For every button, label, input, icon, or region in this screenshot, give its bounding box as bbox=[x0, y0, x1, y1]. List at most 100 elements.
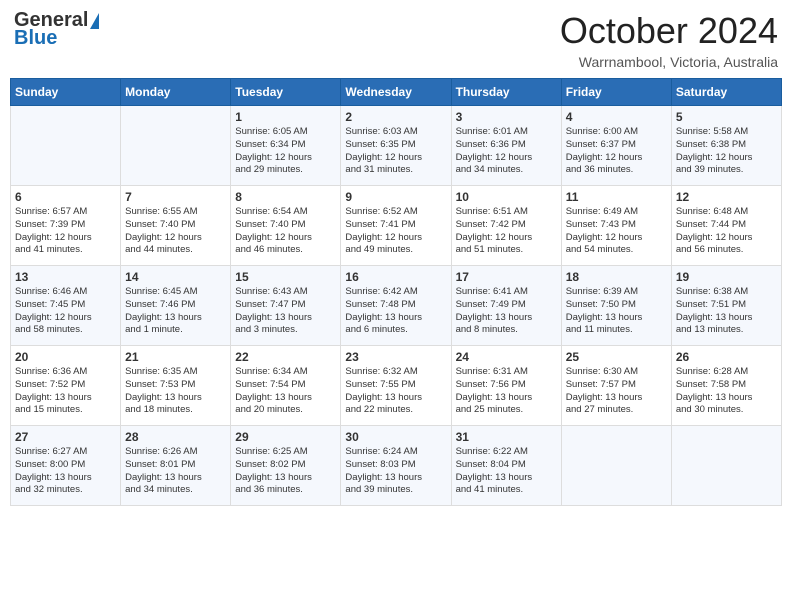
location-subtitle: Warrnambool, Victoria, Australia bbox=[560, 54, 778, 70]
day-info: Sunrise: 6:03 AM Sunset: 6:35 PM Dayligh… bbox=[345, 126, 446, 177]
day-header-monday: Monday bbox=[121, 79, 231, 106]
logo-blue-label: Blue bbox=[14, 28, 99, 48]
day-info: Sunrise: 6:41 AM Sunset: 7:49 PM Dayligh… bbox=[456, 286, 557, 337]
calendar-cell: 2 Sunrise: 6:03 AM Sunset: 6:35 PM Daylig… bbox=[341, 106, 451, 186]
calendar-header: SundayMondayTuesdayWednesdayThursdayFrid… bbox=[11, 79, 782, 106]
day-number: 16 bbox=[345, 270, 446, 284]
logo: General Blue bbox=[14, 10, 99, 48]
calendar-cell: 29Sunrise: 6:25 AM Sunset: 8:02 PM Dayli… bbox=[231, 426, 341, 506]
day-header-wednesday: Wednesday bbox=[341, 79, 451, 106]
calendar-cell: 5 Sunrise: 5:58 AM Sunset: 6:38 PM Daylig… bbox=[671, 106, 781, 186]
calendar-cell: 6Sunrise: 6:57 AM Sunset: 7:39 PM Daylig… bbox=[11, 186, 121, 266]
day-number: 28 bbox=[125, 430, 226, 444]
day-info: Sunrise: 6:55 AM Sunset: 7:40 PM Dayligh… bbox=[125, 206, 226, 257]
day-info: Sunrise: 6:51 AM Sunset: 7:42 PM Dayligh… bbox=[456, 206, 557, 257]
day-info: Sunrise: 6:38 AM Sunset: 7:51 PM Dayligh… bbox=[676, 286, 777, 337]
day-number: 10 bbox=[456, 190, 557, 204]
week-row-1: 1 Sunrise: 6:05 AM Sunset: 6:34 PM Daylig… bbox=[11, 106, 782, 186]
week-row-3: 13Sunrise: 6:46 AM Sunset: 7:45 PM Dayli… bbox=[11, 266, 782, 346]
day-number: 15 bbox=[235, 270, 336, 284]
day-number: 12 bbox=[676, 190, 777, 204]
calendar-cell: 4 Sunrise: 6:00 AM Sunset: 6:37 PM Daylig… bbox=[561, 106, 671, 186]
calendar-cell: 12 Sunrise: 6:48 AM Sunset: 7:44 PM Dayli… bbox=[671, 186, 781, 266]
day-info: Sunrise: 6:52 AM Sunset: 7:41 PM Dayligh… bbox=[345, 206, 446, 257]
day-number: 13 bbox=[15, 270, 116, 284]
calendar-cell bbox=[561, 426, 671, 506]
calendar-cell: 7 Sunrise: 6:55 AM Sunset: 7:40 PM Daylig… bbox=[121, 186, 231, 266]
calendar-cell: 27 Sunrise: 6:27 AM Sunset: 8:00 PM Dayli… bbox=[11, 426, 121, 506]
day-number: 5 bbox=[676, 110, 777, 124]
calendar-cell: 10 Sunrise: 6:51 AM Sunset: 7:42 PM Dayli… bbox=[451, 186, 561, 266]
calendar-cell: 22 Sunrise: 6:34 AM Sunset: 7:54 PM Dayli… bbox=[231, 346, 341, 426]
day-number: 19 bbox=[676, 270, 777, 284]
day-info: Sunrise: 6:00 AM Sunset: 6:37 PM Dayligh… bbox=[566, 126, 667, 177]
day-number: 17 bbox=[456, 270, 557, 284]
page-header: General Blue October 2024 Warrnambool, V… bbox=[10, 10, 782, 70]
week-row-2: 6Sunrise: 6:57 AM Sunset: 7:39 PM Daylig… bbox=[11, 186, 782, 266]
day-number: 21 bbox=[125, 350, 226, 364]
day-info: Sunrise: 5:58 AM Sunset: 6:38 PM Dayligh… bbox=[676, 126, 777, 177]
day-number: 8 bbox=[235, 190, 336, 204]
day-info: Sunrise: 6:54 AM Sunset: 7:40 PM Dayligh… bbox=[235, 206, 336, 257]
day-header-sunday: Sunday bbox=[11, 79, 121, 106]
day-info: Sunrise: 6:22 AM Sunset: 8:04 PM Dayligh… bbox=[456, 446, 557, 497]
day-number: 27 bbox=[15, 430, 116, 444]
day-number: 11 bbox=[566, 190, 667, 204]
day-info: Sunrise: 6:30 AM Sunset: 7:57 PM Dayligh… bbox=[566, 366, 667, 417]
calendar-cell: 18 Sunrise: 6:39 AM Sunset: 7:50 PM Dayli… bbox=[561, 266, 671, 346]
calendar-cell: 31Sunrise: 6:22 AM Sunset: 8:04 PM Dayli… bbox=[451, 426, 561, 506]
calendar-cell: 23 Sunrise: 6:32 AM Sunset: 7:55 PM Dayli… bbox=[341, 346, 451, 426]
day-number: 29 bbox=[235, 430, 336, 444]
day-info: Sunrise: 6:28 AM Sunset: 7:58 PM Dayligh… bbox=[676, 366, 777, 417]
day-number: 6 bbox=[15, 190, 116, 204]
calendar-cell: 20Sunrise: 6:36 AM Sunset: 7:52 PM Dayli… bbox=[11, 346, 121, 426]
day-number: 23 bbox=[345, 350, 446, 364]
day-info: Sunrise: 6:48 AM Sunset: 7:44 PM Dayligh… bbox=[676, 206, 777, 257]
day-info: Sunrise: 6:31 AM Sunset: 7:56 PM Dayligh… bbox=[456, 366, 557, 417]
day-header-friday: Friday bbox=[561, 79, 671, 106]
day-info: Sunrise: 6:24 AM Sunset: 8:03 PM Dayligh… bbox=[345, 446, 446, 497]
header-row: SundayMondayTuesdayWednesdayThursdayFrid… bbox=[11, 79, 782, 106]
day-info: Sunrise: 6:42 AM Sunset: 7:48 PM Dayligh… bbox=[345, 286, 446, 337]
day-info: Sunrise: 6:34 AM Sunset: 7:54 PM Dayligh… bbox=[235, 366, 336, 417]
calendar-cell: 19 Sunrise: 6:38 AM Sunset: 7:51 PM Dayli… bbox=[671, 266, 781, 346]
day-info: Sunrise: 6:39 AM Sunset: 7:50 PM Dayligh… bbox=[566, 286, 667, 337]
day-info: Sunrise: 6:35 AM Sunset: 7:53 PM Dayligh… bbox=[125, 366, 226, 417]
calendar-table: SundayMondayTuesdayWednesdayThursdayFrid… bbox=[10, 78, 782, 506]
title-block: October 2024 Warrnambool, Victoria, Aust… bbox=[560, 10, 778, 70]
calendar-body: 1 Sunrise: 6:05 AM Sunset: 6:34 PM Daylig… bbox=[11, 106, 782, 506]
day-number: 25 bbox=[566, 350, 667, 364]
day-info: Sunrise: 6:05 AM Sunset: 6:34 PM Dayligh… bbox=[235, 126, 336, 177]
day-number: 24 bbox=[456, 350, 557, 364]
calendar-cell: 24 Sunrise: 6:31 AM Sunset: 7:56 PM Dayli… bbox=[451, 346, 561, 426]
calendar-cell: 26Sunrise: 6:28 AM Sunset: 7:58 PM Dayli… bbox=[671, 346, 781, 426]
logo-triangle-icon bbox=[90, 13, 99, 29]
day-info: Sunrise: 6:27 AM Sunset: 8:00 PM Dayligh… bbox=[15, 446, 116, 497]
calendar-cell: 17 Sunrise: 6:41 AM Sunset: 7:49 PM Dayli… bbox=[451, 266, 561, 346]
calendar-cell: 25 Sunrise: 6:30 AM Sunset: 7:57 PM Dayli… bbox=[561, 346, 671, 426]
day-header-saturday: Saturday bbox=[671, 79, 781, 106]
day-info: Sunrise: 6:32 AM Sunset: 7:55 PM Dayligh… bbox=[345, 366, 446, 417]
day-number: 7 bbox=[125, 190, 226, 204]
day-info: Sunrise: 6:36 AM Sunset: 7:52 PM Dayligh… bbox=[15, 366, 116, 417]
calendar-cell: 14 Sunrise: 6:45 AM Sunset: 7:46 PM Dayli… bbox=[121, 266, 231, 346]
calendar-cell: 30 Sunrise: 6:24 AM Sunset: 8:03 PM Dayli… bbox=[341, 426, 451, 506]
day-number: 14 bbox=[125, 270, 226, 284]
day-number: 3 bbox=[456, 110, 557, 124]
day-header-tuesday: Tuesday bbox=[231, 79, 341, 106]
day-info: Sunrise: 6:49 AM Sunset: 7:43 PM Dayligh… bbox=[566, 206, 667, 257]
day-number: 2 bbox=[345, 110, 446, 124]
day-header-thursday: Thursday bbox=[451, 79, 561, 106]
calendar-cell bbox=[121, 106, 231, 186]
week-row-4: 20Sunrise: 6:36 AM Sunset: 7:52 PM Dayli… bbox=[11, 346, 782, 426]
calendar-cell: 28Sunrise: 6:26 AM Sunset: 8:01 PM Dayli… bbox=[121, 426, 231, 506]
day-number: 22 bbox=[235, 350, 336, 364]
day-number: 30 bbox=[345, 430, 446, 444]
day-number: 1 bbox=[235, 110, 336, 124]
calendar-cell: 1 Sunrise: 6:05 AM Sunset: 6:34 PM Daylig… bbox=[231, 106, 341, 186]
calendar-cell bbox=[671, 426, 781, 506]
day-number: 4 bbox=[566, 110, 667, 124]
day-number: 18 bbox=[566, 270, 667, 284]
day-info: Sunrise: 6:45 AM Sunset: 7:46 PM Dayligh… bbox=[125, 286, 226, 337]
day-info: Sunrise: 6:01 AM Sunset: 6:36 PM Dayligh… bbox=[456, 126, 557, 177]
